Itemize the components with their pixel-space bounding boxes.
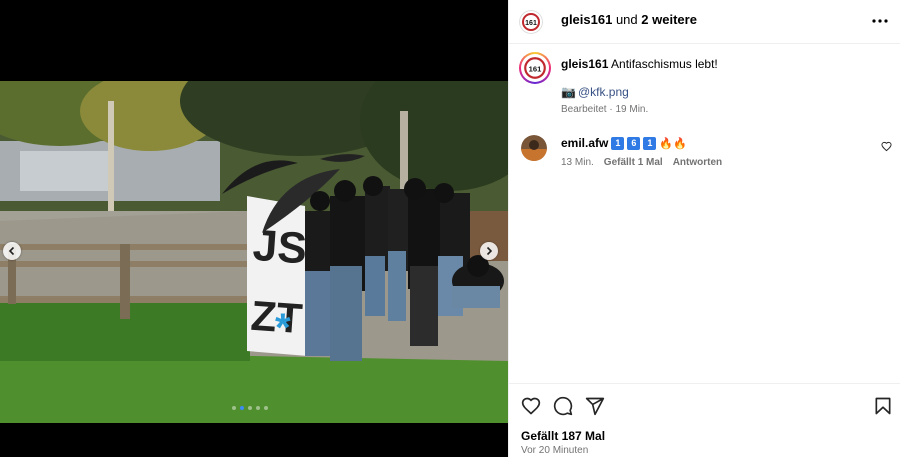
actions-divider [509, 383, 900, 384]
next-image-button[interactable] [480, 242, 498, 260]
carousel-dot [256, 406, 260, 410]
caption-username[interactable]: gleis161 [561, 57, 608, 71]
post-media: JST ZT * [0, 0, 508, 457]
header-username[interactable]: gleis161 [561, 12, 612, 27]
header-text: gleis161 und 2 weitere [561, 12, 697, 27]
comment-likes[interactable]: Gefällt 1 Mal [604, 157, 663, 168]
more-icon[interactable] [871, 12, 889, 30]
comment-avatar[interactable] [521, 135, 547, 161]
carousel-dot [248, 406, 252, 410]
carousel-indicator [232, 406, 268, 410]
carousel-dot [232, 406, 236, 410]
badge-1: 1 [611, 136, 625, 150]
carousel-dot [264, 406, 268, 410]
share-icon[interactable] [585, 396, 605, 416]
bookmark-icon[interactable] [873, 396, 893, 416]
post-photo: JST ZT * [0, 81, 508, 423]
caption-mention: 📷 @kfk.png [561, 85, 629, 99]
comment-meta: 13 Min. Gefällt 1 Mal Antworten [561, 157, 722, 168]
header-connector: und [615, 12, 638, 27]
svg-text:*: * [275, 306, 291, 350]
carousel-dot-active [240, 406, 244, 410]
header-others[interactable]: 2 weitere [641, 12, 697, 27]
caption-text: gleis161 Antifaschismus lebt! [561, 57, 718, 71]
chevron-left-icon [8, 246, 15, 256]
flame-icons: 🔥🔥 [659, 137, 687, 150]
caption-body: Antifaschismus lebt! [611, 57, 718, 71]
avatar[interactable]: 161 [519, 10, 543, 34]
badge-1b: 1 [643, 136, 657, 150]
likes-count[interactable]: Gefällt 187 Mal [521, 429, 605, 443]
badge-6: 6 [627, 136, 641, 150]
comment-time: 13 Min. [561, 157, 594, 168]
mention-link[interactable]: @kfk.png [578, 85, 629, 99]
caption-meta: Bearbeitet · 19 Min. [561, 104, 649, 115]
reply-button[interactable]: Antworten [673, 157, 722, 168]
avatar-logo-icon: 161 [524, 57, 546, 79]
post-header: 161 gleis161 und 2 weitere [509, 0, 900, 44]
chevron-right-icon [486, 246, 493, 256]
svg-text:161: 161 [529, 64, 542, 73]
heart-icon[interactable] [521, 396, 541, 416]
camera-icon: 📷 [561, 85, 576, 99]
svg-text:161: 161 [525, 20, 537, 27]
comment-header: emil.afw 1 6 1 🔥🔥 [561, 136, 687, 150]
caption-avatar[interactable]: 161 [519, 52, 551, 84]
comment-username[interactable]: emil.afw [561, 136, 608, 150]
previous-image-button[interactable] [3, 242, 21, 260]
comment-icon[interactable] [553, 396, 573, 416]
post-time: Vor 20 Minuten [521, 445, 589, 456]
comment-heart-icon[interactable] [881, 141, 892, 152]
post-panel: 161 gleis161 und 2 weitere 161 gleis161 … [508, 0, 900, 457]
